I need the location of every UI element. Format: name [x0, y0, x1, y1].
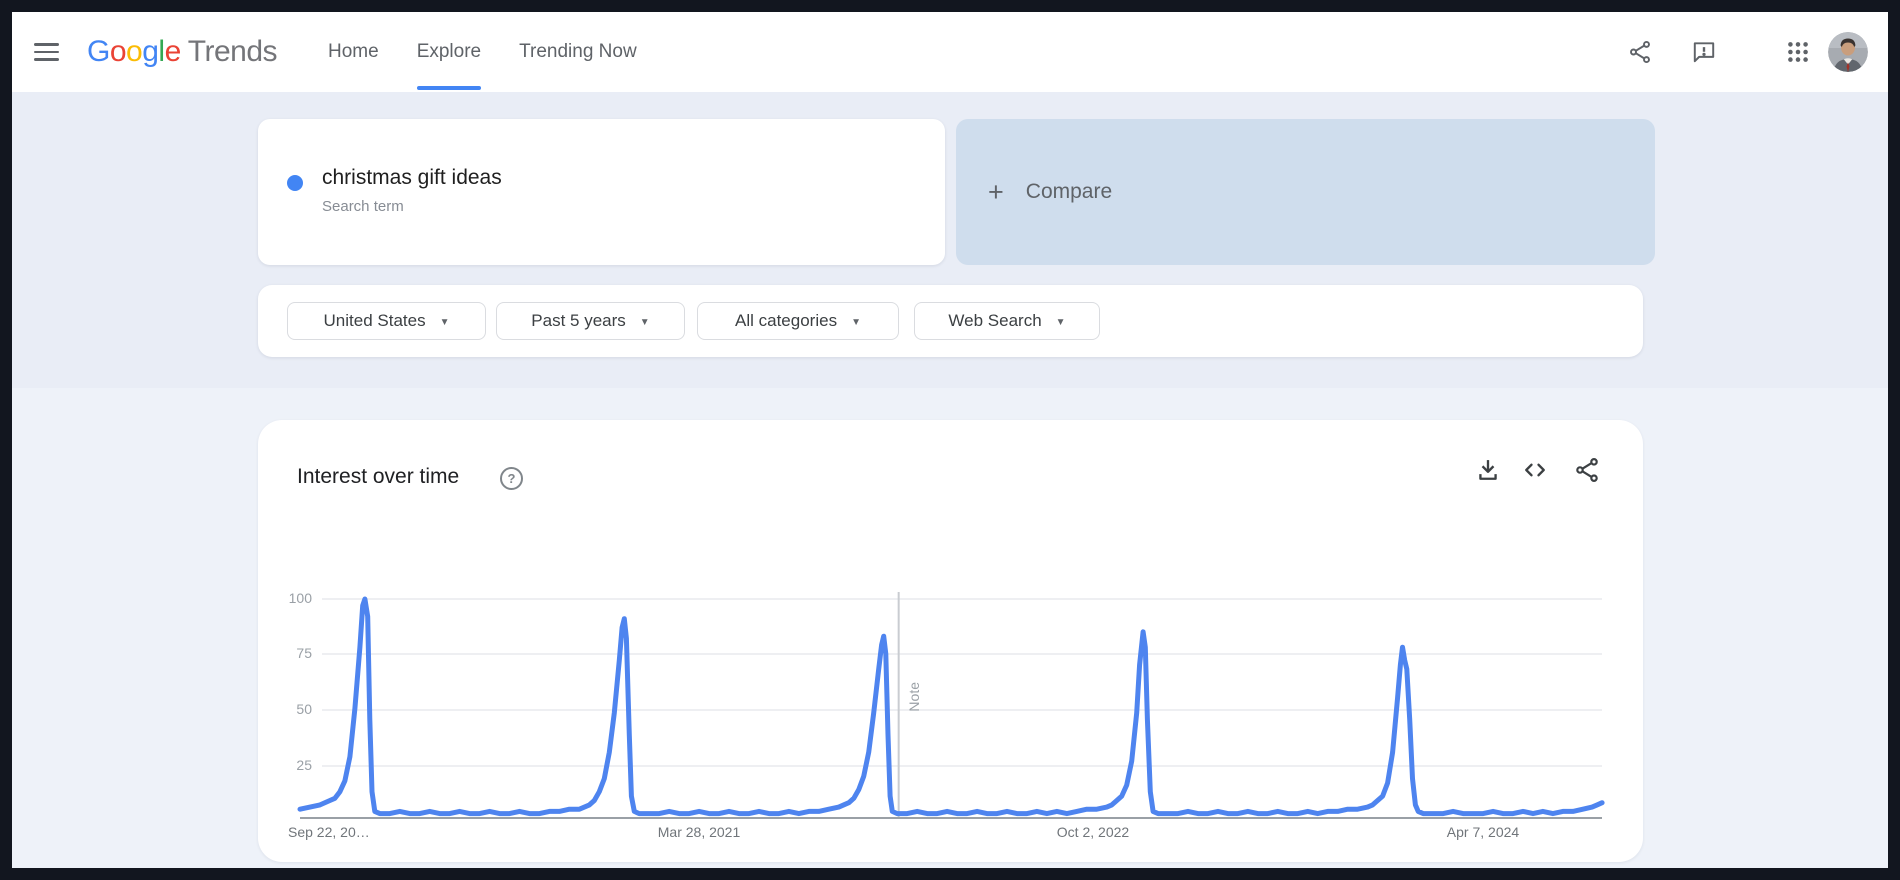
filter-region-value: United States	[324, 311, 426, 331]
filter-property-dropdown[interactable]: Web Search ▼	[914, 302, 1100, 340]
term-color-dot	[287, 175, 303, 191]
chevron-down-icon: ▼	[851, 315, 861, 328]
note-marker-label: Note	[906, 682, 922, 712]
chevron-down-icon: ▼	[640, 315, 650, 328]
x-tick-apr-2024: Apr 7, 2024	[1418, 824, 1548, 840]
x-tick-oct-2022: Oct 2, 2022	[1028, 824, 1158, 840]
search-term-card[interactable]: christmas gift ideas Search term	[258, 119, 945, 265]
logo-letter: g	[142, 35, 158, 69]
logo-letter: G	[87, 35, 110, 69]
logo-product-name: Trends	[188, 35, 277, 69]
logo-letter: o	[110, 35, 126, 69]
y-tick-50: 50	[268, 701, 312, 717]
google-trends-logo[interactable]: Google Trends	[87, 12, 277, 92]
logo-letter: e	[165, 35, 181, 69]
search-term-type: Search term	[322, 198, 404, 215]
share-icon[interactable]	[1627, 39, 1653, 65]
y-tick-25: 25	[268, 757, 312, 773]
compare-add-button[interactable]: + Compare	[956, 119, 1655, 265]
avatar[interactable]	[1828, 32, 1868, 72]
filter-category-value: All categories	[735, 311, 837, 331]
y-tick-75: 75	[268, 645, 312, 661]
app-header: Google Trends Home Explore Trending Now	[12, 12, 1888, 92]
y-tick-100: 100	[268, 590, 312, 606]
nav-tab-trending-now[interactable]: Trending Now	[519, 12, 637, 92]
feedback-icon[interactable]	[1691, 39, 1717, 65]
x-tick-sep-2019: Sep 22, 20…	[288, 824, 370, 840]
trend-line-chart	[258, 420, 1643, 862]
nav-tab-explore[interactable]: Explore	[417, 12, 481, 92]
filter-time-dropdown[interactable]: Past 5 years ▼	[496, 302, 685, 340]
hero-section: christmas gift ideas Search term + Compa…	[12, 92, 1888, 388]
x-tick-mar-2021: Mar 28, 2021	[634, 824, 764, 840]
search-term-text: christmas gift ideas	[322, 166, 502, 190]
apps-grid-icon[interactable]	[1785, 39, 1811, 65]
filter-category-dropdown[interactable]: All categories ▼	[697, 302, 899, 340]
nav-tab-home[interactable]: Home	[328, 12, 379, 92]
interest-over-time-card: Interest over time ?	[258, 420, 1643, 862]
content-section: Interest over time ?	[12, 388, 1888, 868]
filter-time-value: Past 5 years	[531, 311, 626, 331]
compare-label: Compare	[1026, 180, 1112, 204]
main-nav: Home Explore Trending Now	[328, 12, 637, 92]
google-trends-page: Google Trends Home Explore Trending Now	[0, 0, 1900, 880]
filter-property-value: Web Search	[948, 311, 1041, 331]
chevron-down-icon: ▼	[440, 315, 450, 328]
plus-icon: +	[988, 177, 1004, 208]
filter-region-dropdown[interactable]: United States ▼	[287, 302, 486, 340]
trend-series-line	[300, 599, 1602, 814]
chevron-down-icon: ▼	[1056, 315, 1066, 328]
filter-bar: United States ▼ Past 5 years ▼ All categ…	[258, 285, 1643, 357]
logo-letter: o	[126, 35, 142, 69]
menu-icon[interactable]	[34, 43, 59, 61]
